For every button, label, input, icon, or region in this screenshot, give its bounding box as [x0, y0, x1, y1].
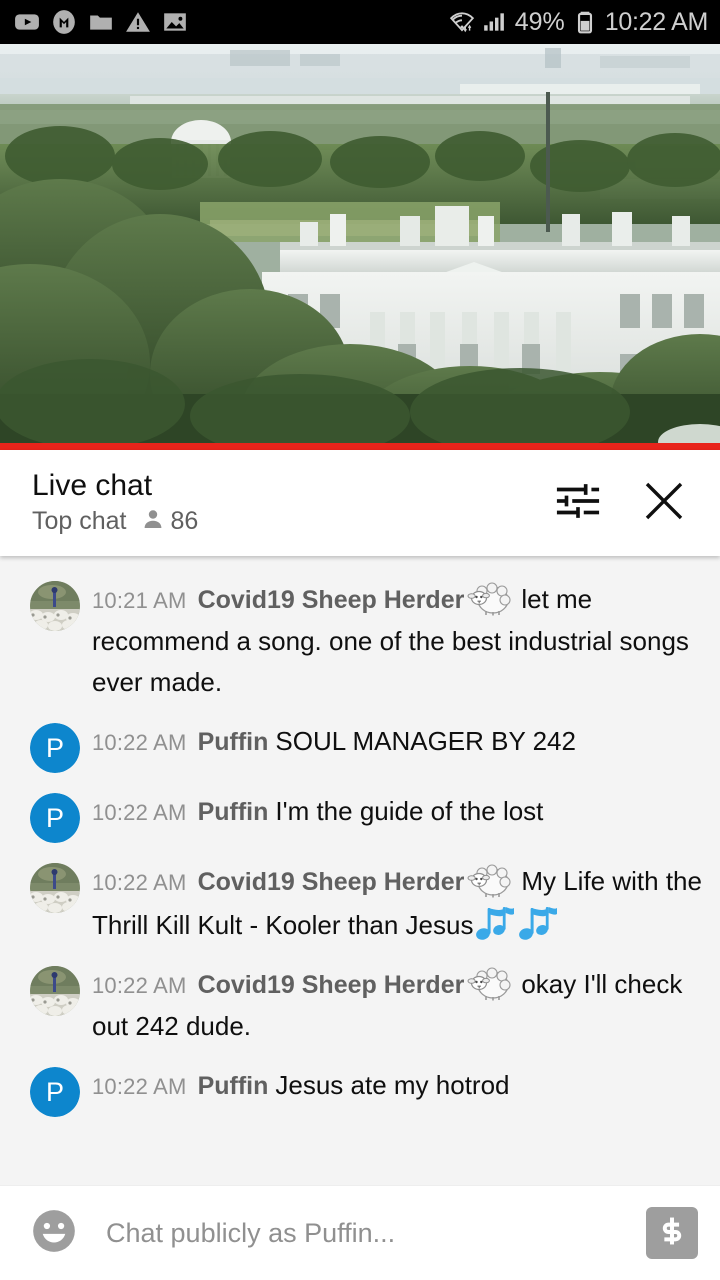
message-text: SOUL MANAGER BY 242 [275, 726, 576, 756]
status-bar-system-icons: 49% 10:22 AM [449, 8, 708, 37]
message-timestamp: 10:22 AM [92, 870, 187, 895]
avatar[interactable]: P [30, 723, 80, 773]
chat-message-body: 10:22 AM Puffin SOUL MANAGER BY 242 [92, 721, 702, 763]
close-x-icon [640, 477, 688, 530]
chat-message-body: 10:22 AM Covid19 Sheep Herder okay I'll ch… [92, 964, 702, 1047]
message-author[interactable]: Puffin [198, 728, 269, 756]
live-chat-message-list[interactable]: 10:21 AM Covid19 Sheep Herder let me recom… [0, 556, 720, 1185]
wifi-icon [449, 9, 475, 35]
message-text: I'm the guide of the lost [275, 796, 544, 826]
chat-subheader-row: Top chat 86 [32, 507, 552, 536]
message-text: Jesus ate my hotrod [275, 1070, 510, 1100]
chat-message-row[interactable]: 10:22 AM Covid19 Sheep Herder okay I'll ch… [0, 955, 720, 1056]
cellular-signal-icon [482, 9, 508, 35]
warning-triangle-icon [125, 9, 151, 35]
video-progress-bar[interactable] [0, 443, 720, 450]
viewer-count-label: 86 [170, 506, 199, 535]
status-bar-clock: 10:22 AM [604, 7, 709, 36]
emoji-picker-button[interactable] [28, 1207, 80, 1259]
message-author[interactable]: Covid19 Sheep Herder [198, 586, 465, 614]
sheep-emoji-icon [466, 582, 512, 616]
message-timestamp: 10:21 AM [92, 588, 187, 613]
musical-notes-emoji-icon [474, 903, 516, 945]
battery-percent-label: 49% [514, 7, 565, 36]
app-root: 49% 10:22 AM Live chat Top chat 86 10:21… [0, 0, 720, 1280]
chat-message-row[interactable]: P 10:22 AM Puffin Jesus ate my hotrod [0, 1056, 720, 1126]
message-author[interactable]: Puffin [198, 1072, 269, 1100]
avatar-initial: P [30, 723, 80, 773]
status-bar-notification-icons [14, 9, 188, 35]
avatar[interactable] [30, 863, 80, 913]
avatar-initial: P [30, 793, 80, 843]
dollar-sign-icon [655, 1214, 689, 1253]
message-timestamp: 10:22 AM [92, 800, 187, 825]
youtube-icon [14, 9, 40, 35]
avatar[interactable]: P [30, 793, 80, 843]
chat-message-row[interactable]: 10:21 AM Covid19 Sheep Herder let me recom… [0, 570, 720, 712]
message-timestamp: 10:22 AM [92, 730, 187, 755]
status-bar: 49% 10:22 AM [0, 0, 720, 44]
chat-message-body: 10:22 AM Puffin I'm the guide of the lost [92, 791, 702, 833]
super-chat-button[interactable] [646, 1207, 698, 1259]
musical-notes-emoji-icon [517, 903, 559, 945]
message-author[interactable]: Covid19 Sheep Herder [198, 971, 465, 999]
chat-message-body: 10:22 AM Puffin Jesus ate my hotrod [92, 1065, 702, 1107]
battery-icon [572, 9, 598, 35]
avatar[interactable]: P [30, 1067, 80, 1117]
chat-message-row[interactable]: P 10:22 AM Puffin I'm the guide of the lost [0, 782, 720, 852]
avatar-initial: P [30, 1067, 80, 1117]
message-timestamp: 10:22 AM [92, 973, 187, 998]
chat-input[interactable] [80, 1217, 646, 1249]
viewer-count-group: 86 [141, 506, 199, 536]
chat-header-titles: Live chat Top chat 86 [32, 468, 552, 536]
chat-message-row[interactable]: P 10:22 AM Puffin SOUL MANAGER BY 242 [0, 712, 720, 782]
live-chat-header: Live chat Top chat 86 [0, 450, 720, 556]
folder-icon [88, 9, 114, 35]
emoji-smiley-icon [29, 1206, 79, 1261]
message-author[interactable]: Covid19 Sheep Herder [198, 868, 465, 896]
sheep-emoji-icon [466, 864, 512, 898]
chat-title: Live chat [32, 468, 153, 502]
chat-message-row[interactable]: 10:22 AM Covid19 Sheep Herder My Life with… [0, 852, 720, 955]
message-timestamp: 10:22 AM [92, 1074, 187, 1099]
chat-close-button[interactable] [638, 477, 690, 529]
tune-sliders-icon [555, 478, 601, 529]
chat-mode-label[interactable]: Top chat [32, 508, 127, 534]
image-icon [162, 9, 188, 35]
video-player[interactable] [0, 44, 720, 450]
video-progress-fill [0, 443, 720, 450]
chat-header-actions [552, 477, 696, 529]
video-frame-image [0, 44, 720, 450]
chat-message-body: 10:22 AM Covid19 Sheep Herder My Life with… [92, 861, 702, 946]
chat-message-body: 10:21 AM Covid19 Sheep Herder let me recom… [92, 579, 702, 703]
avatar[interactable] [30, 966, 80, 1016]
avatar[interactable] [30, 581, 80, 631]
chat-composer [0, 1185, 720, 1280]
sheep-emoji-icon [466, 967, 512, 1001]
m-circle-icon [51, 9, 77, 35]
chat-settings-button[interactable] [552, 477, 604, 529]
message-author[interactable]: Puffin [198, 798, 269, 826]
person-icon [141, 507, 165, 536]
